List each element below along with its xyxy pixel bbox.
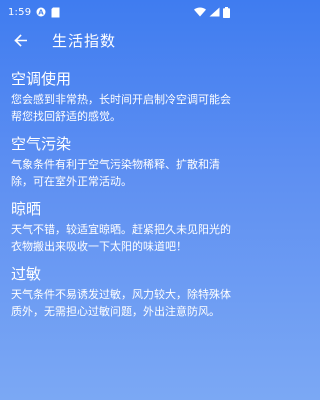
svg-text:A: A [39,9,45,17]
status-icons [194,6,230,18]
section-body: 天气条件不易诱发过敏，风力较大，除特殊体质外，无需担心过敏问题，外出注意防风。 [11,288,231,318]
index-section-allergy: 过敏 天气条件不易诱发过敏，风力较大，除特殊体质外，无需担心过敏问题，外出注意防… [11,264,233,320]
section-title: 过敏 [11,265,42,283]
app-bar: 生活指数 [0,24,240,56]
index-section-air-conditioning: 空调使用 您会感到非常热，长时间开启制冷空调可能会帮您找回舒适的感觉。 [11,69,233,125]
section-title: 空气污染 [11,135,72,153]
section-body: 气象条件有利于空气污染物稀释、扩散和清除，可在室外正常活动。 [11,158,220,188]
status-time: 1:59 [8,6,32,18]
index-section-air-pollution: 空气污染 气象条件有利于空气污染物稀释、扩散和清除，可在室外正常活动。 [11,134,233,190]
arrow-back-icon [13,33,27,47]
notification-a-icon: A [36,7,46,17]
wifi-icon [194,7,206,17]
section-title: 空调使用 [11,70,72,88]
back-button[interactable] [0,24,40,56]
signal-icon [209,7,220,17]
life-index-list: 空调使用 您会感到非常热，长时间开启制冷空调可能会帮您找回舒适的感觉。 空气污染… [11,69,233,329]
page-title: 生活指数 [52,31,117,50]
sd-card-icon [51,7,60,18]
index-section-drying: 晾晒 天气不错，较适宜晾晒。赶紧把久未见阳光的衣物搬出来吸收一下太阳的味道吧！ [11,199,233,255]
section-title: 晾晒 [11,200,42,218]
status-bar: 1:59 A [0,0,240,24]
battery-icon [223,6,230,18]
section-body: 您会感到非常热，长时间开启制冷空调可能会帮您找回舒适的感觉。 [11,93,231,123]
section-body: 天气不错，较适宜晾晒。赶紧把久未见阳光的衣物搬出来吸收一下太阳的味道吧！ [11,223,231,253]
